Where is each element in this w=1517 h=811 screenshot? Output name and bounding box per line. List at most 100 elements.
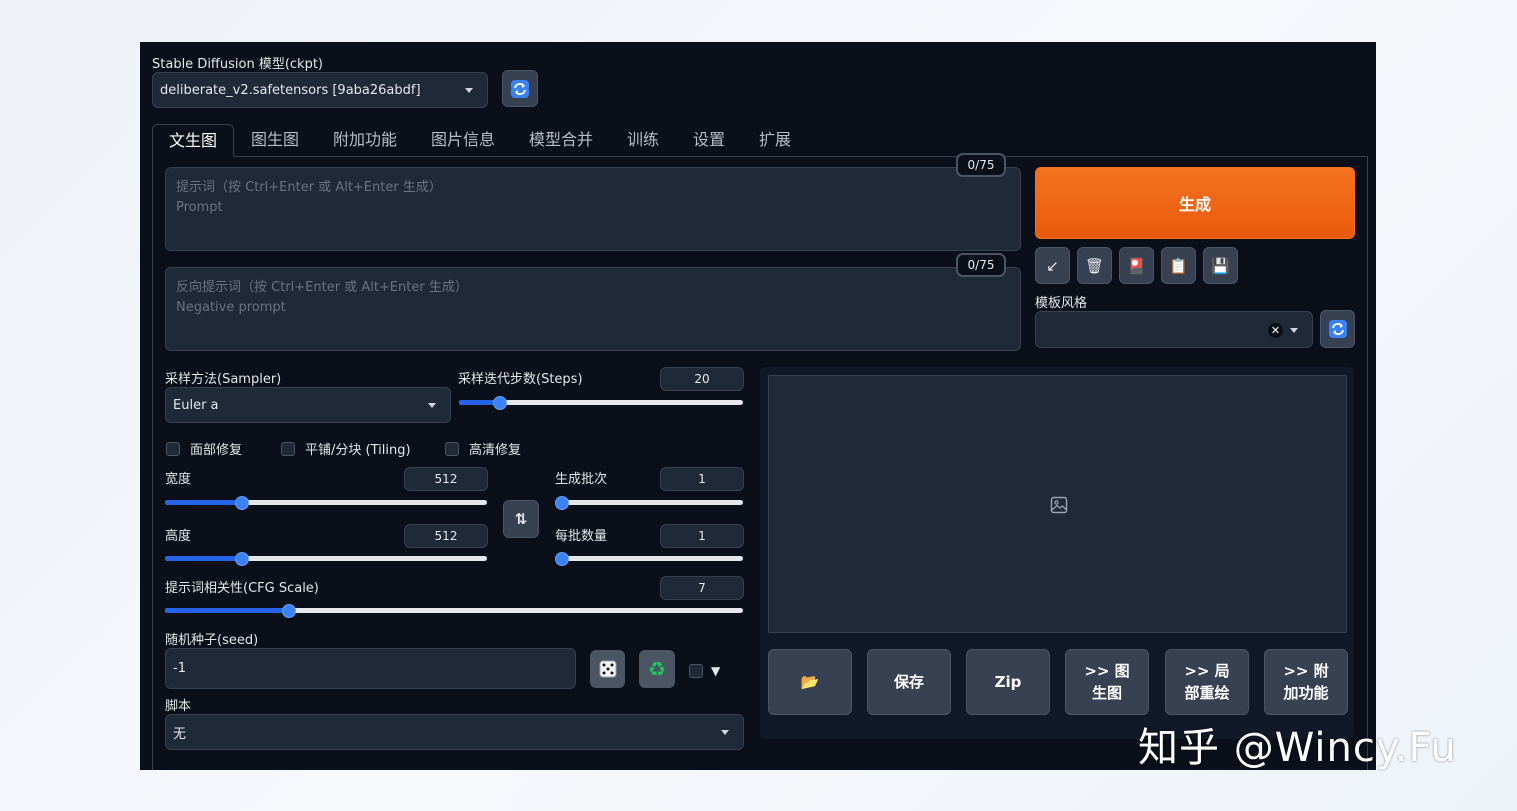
negative-prompt-placeholder-en: Negative prompt <box>176 300 286 315</box>
generate-button[interactable]: 生成 <box>1035 167 1355 239</box>
script-label: 脚本 <box>165 699 192 714</box>
open-folder-button[interactable]: 📂 <box>768 649 852 715</box>
swap-dimensions-button[interactable]: ⇅ <box>503 500 539 538</box>
send-to-inpaint-button[interactable]: >> 局 部重绘 <box>1165 649 1249 715</box>
clear-prompt-button[interactable]: 🗑 <box>1077 247 1112 284</box>
extra-networks-button[interactable]: 🎴 <box>1119 247 1154 284</box>
style-label: 模板风格 <box>1035 296 1088 311</box>
watermark: 知乎 @Wincy.Fu <box>1138 725 1457 771</box>
image-placeholder-icon <box>1050 496 1068 514</box>
tab-panel-border <box>1367 156 1368 770</box>
webui-app: Stable Diffusion 模型(ckpt) deliberate_v2.… <box>140 42 1376 770</box>
tab-txt2img[interactable]: 文生图 <box>152 124 234 156</box>
save-button[interactable]: 保存 <box>867 649 951 715</box>
width-slider[interactable] <box>165 495 487 511</box>
slider-thumb[interactable] <box>555 552 569 566</box>
dice-icon <box>599 660 616 678</box>
height-label: 高度 <box>165 529 192 544</box>
height-number-input[interactable]: 512 <box>404 524 488 548</box>
extra-seed-checkbox[interactable]: ▼ <box>689 664 720 678</box>
prompt-token-counter: 0/75 <box>956 153 1006 177</box>
trash-icon: 🗑 <box>1084 256 1105 275</box>
negative-prompt-input[interactable]: 反向提示词（按 Ctrl+Enter 或 Alt+Enter 生成） Negat… <box>165 267 1021 351</box>
output-image-area <box>768 375 1347 633</box>
slider-thumb[interactable] <box>493 396 508 410</box>
zip-button[interactable]: Zip <box>966 649 1050 715</box>
tab-divider <box>234 156 1368 157</box>
tab-panel-border <box>152 156 153 770</box>
restore-faces-label: 面部修复 <box>190 443 243 458</box>
cfg-label: 提示词相关性(CFG Scale) <box>165 581 319 596</box>
paste-params-button[interactable]: ↙ <box>1035 247 1070 284</box>
slider-thumb[interactable] <box>555 496 569 510</box>
save-style-button[interactable]: 💾 <box>1203 247 1238 284</box>
sampler-dropdown[interactable]: Euler a <box>165 387 451 423</box>
seed-value: -1 <box>173 661 186 676</box>
send-to-img2img-button[interactable]: >> 图 生图 <box>1065 649 1149 715</box>
model-dropdown[interactable]: deliberate_v2.safetensors [9aba26abdf] <box>152 72 488 108</box>
cfg-slider[interactable] <box>165 603 743 619</box>
refresh-icon <box>1328 320 1347 338</box>
steps-number-input[interactable]: 20 <box>660 367 744 391</box>
tab-png-info[interactable]: 图片信息 <box>431 124 495 156</box>
folder-icon: 📂 <box>800 673 820 691</box>
hires-fix-label: 高清修复 <box>469 443 522 458</box>
height-slider[interactable] <box>165 551 487 567</box>
recycle-icon: ♻ <box>648 657 666 681</box>
width-number-input[interactable]: 512 <box>404 467 488 491</box>
style-dropdown[interactable]: ✕ <box>1035 311 1313 348</box>
clipboard-icon: 📋 <box>1169 256 1188 275</box>
refresh-model-button[interactable] <box>502 70 538 107</box>
prompt-placeholder-en: Prompt <box>176 200 223 215</box>
card-icon: 🎴 <box>1127 256 1146 275</box>
batch-size-slider[interactable] <box>555 551 743 567</box>
send-to-extras-button[interactable]: >> 附 加功能 <box>1264 649 1348 715</box>
floppy-disk-icon: 💾 <box>1211 256 1230 275</box>
sampler-label: 采样方法(Sampler) <box>165 372 282 387</box>
chevron-down-icon <box>428 403 436 408</box>
seed-input[interactable]: -1 <box>165 648 576 689</box>
tiling-checkbox[interactable]: 平铺/分块 (Tiling) <box>281 439 411 458</box>
steps-slider[interactable] <box>459 395 743 411</box>
negative-prompt-placeholder: 反向提示词（按 Ctrl+Enter 或 Alt+Enter 生成） <box>176 280 468 295</box>
refresh-icon <box>511 79 529 98</box>
negative-prompt-token-counter: 0/75 <box>956 253 1006 277</box>
batch-size-label: 每批数量 <box>555 529 608 544</box>
tab-img2img[interactable]: 图生图 <box>251 124 299 156</box>
prompt-input[interactable]: 提示词（按 Ctrl+Enter 或 Alt+Enter 生成） Prompt <box>165 167 1021 251</box>
slider-thumb[interactable] <box>281 604 296 618</box>
swap-arrows-icon: ⇅ <box>514 510 528 528</box>
steps-label: 采样迭代步数(Steps) <box>458 372 583 387</box>
apply-style-button[interactable]: 📋 <box>1161 247 1196 284</box>
script-value: 无 <box>173 726 187 742</box>
tab-train[interactable]: 训练 <box>627 124 659 156</box>
script-dropdown[interactable]: 无 <box>165 714 744 750</box>
chevron-down-icon <box>1290 327 1298 333</box>
triangle-down-icon: ▼ <box>711 664 721 678</box>
model-value: deliberate_v2.safetensors [9aba26abdf] <box>160 82 421 98</box>
seed-label: 随机种子(seed) <box>165 633 259 648</box>
batch-size-number-input[interactable]: 1 <box>660 524 744 548</box>
batch-count-number-input[interactable]: 1 <box>660 467 744 491</box>
batch-count-slider[interactable] <box>555 495 743 511</box>
refresh-styles-button[interactable] <box>1320 310 1355 348</box>
tiling-label: 平铺/分块 (Tiling) <box>305 443 411 458</box>
clear-icon[interactable]: ✕ <box>1268 323 1283 338</box>
batch-count-label: 生成批次 <box>555 472 608 487</box>
reuse-seed-button[interactable]: ♻ <box>639 650 675 688</box>
restore-faces-checkbox[interactable]: 面部修复 <box>166 439 242 458</box>
tab-extras[interactable]: 附加功能 <box>333 124 397 156</box>
chevron-down-icon <box>721 730 729 735</box>
slider-thumb[interactable] <box>234 496 249 510</box>
tab-extensions[interactable]: 扩展 <box>759 124 791 156</box>
tab-merge[interactable]: 模型合并 <box>529 124 593 156</box>
tab-settings[interactable]: 设置 <box>693 124 725 156</box>
cfg-number-input[interactable]: 7 <box>660 576 744 600</box>
random-seed-button[interactable] <box>590 650 625 688</box>
chevron-down-icon <box>465 88 473 93</box>
slider-thumb[interactable] <box>234 552 249 566</box>
width-label: 宽度 <box>165 472 192 487</box>
arrow-down-left-icon: ↙ <box>1046 256 1059 275</box>
model-label: Stable Diffusion 模型(ckpt) <box>152 57 324 72</box>
hires-fix-checkbox[interactable]: 高清修复 <box>445 439 521 458</box>
